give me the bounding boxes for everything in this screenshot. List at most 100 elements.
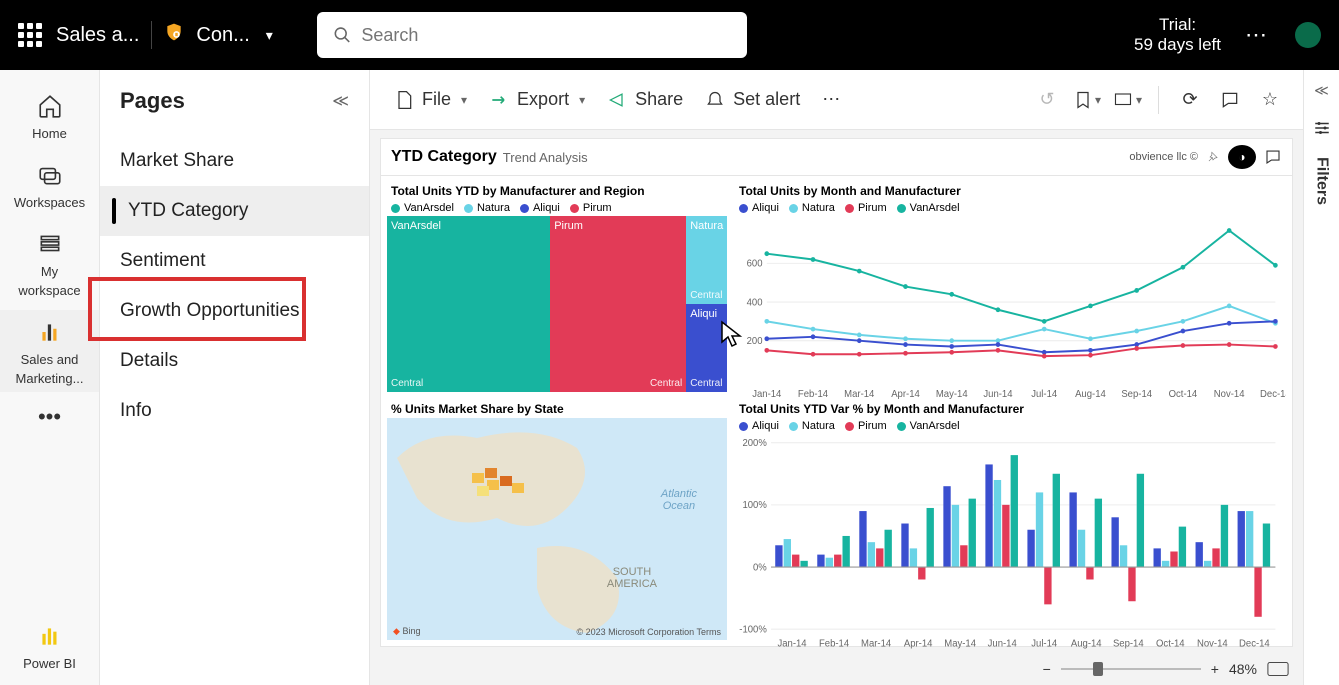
nav-rail: Home Workspaces My workspace Sales and M… xyxy=(0,70,100,685)
zoom-slider[interactable] xyxy=(1061,668,1201,670)
bookmark-icon[interactable]: ▾ xyxy=(1072,85,1102,115)
filter-settings-icon[interactable] xyxy=(1313,119,1331,137)
filters-rail: ≪ Filters xyxy=(1303,70,1339,685)
canvas-attrib: obvience llc © xyxy=(1129,151,1198,163)
file-icon xyxy=(394,90,414,110)
file-menu[interactable]: File▾ xyxy=(388,85,473,114)
bell-icon xyxy=(705,90,725,110)
svg-text:Oct-14: Oct-14 xyxy=(1169,389,1198,400)
chart-icon xyxy=(34,316,66,348)
canvas-subtitle: Trend Analysis xyxy=(503,150,588,165)
view-mode-icon[interactable]: ▾ xyxy=(1112,85,1142,115)
canvas-header: YTD Category Trend Analysis obvience llc… xyxy=(380,138,1293,175)
tile-comment-icon[interactable] xyxy=(1264,148,1282,166)
nav-home[interactable]: Home xyxy=(0,84,99,147)
page-sentiment[interactable]: Sentiment xyxy=(100,236,369,286)
avatar[interactable] xyxy=(1295,22,1321,48)
svg-text:Aug-14: Aug-14 xyxy=(1075,389,1106,400)
svg-text:Jun-14: Jun-14 xyxy=(983,389,1013,400)
workspaces-icon xyxy=(34,159,66,191)
page-info[interactable]: Info xyxy=(100,386,369,436)
svg-text:Jul-14: Jul-14 xyxy=(1031,638,1058,649)
nav-my-workspace[interactable]: My workspace xyxy=(0,222,99,304)
svg-text:600: 600 xyxy=(747,259,763,270)
svg-text:Apr-14: Apr-14 xyxy=(891,389,920,400)
svg-text:Sep-14: Sep-14 xyxy=(1121,389,1152,400)
tile-bar-chart[interactable]: Total Units YTD Var % by Month and Manuf… xyxy=(735,400,1286,640)
reset-icon[interactable]: ↺ xyxy=(1032,85,1062,115)
global-header: Sales a... Con... ▾ Trial: 59 days left … xyxy=(0,0,1339,70)
zoom-in-button[interactable]: + xyxy=(1211,661,1219,677)
pages-list: Market Share YTD Category Sentiment Grow… xyxy=(100,122,369,436)
refresh-icon[interactable]: ⟳ xyxy=(1175,85,1205,115)
export-icon xyxy=(489,90,509,110)
svg-text:200: 200 xyxy=(747,336,763,347)
svg-text:Mar-14: Mar-14 xyxy=(861,638,892,649)
account-menu-icon[interactable]: ⋯ xyxy=(1245,22,1269,48)
svg-text:200%: 200% xyxy=(742,438,767,449)
breadcrumb: Sales a... Con... ▾ xyxy=(56,21,273,49)
collapse-pages-icon[interactable]: ≪ xyxy=(332,91,349,111)
svg-text:Aug-14: Aug-14 xyxy=(1071,638,1102,649)
page-ytd-category[interactable]: YTD Category xyxy=(100,186,369,236)
share-icon xyxy=(607,90,627,110)
svg-text:Jan-14: Jan-14 xyxy=(777,638,807,649)
page-details[interactable]: Details xyxy=(100,336,369,386)
line-legend: Aliqui Natura Pirum VanArsdel xyxy=(735,200,1286,216)
logo-badge-icon: ◑ xyxy=(1228,145,1256,169)
search-box[interactable] xyxy=(317,12,747,58)
breadcrumb-report[interactable]: Sales a... xyxy=(56,24,139,47)
tile-line-chart[interactable]: Total Units by Month and Manufacturer Al… xyxy=(735,182,1286,392)
nav-more[interactable]: ••• xyxy=(0,398,99,436)
report-toolbar: File▾ Export▾ Share Set alert ⋯ ↺ ▾ ▾ ⟳ … xyxy=(370,70,1303,130)
page-growth-opportunities[interactable]: Growth Opportunities xyxy=(100,286,369,336)
svg-text:Dec-14: Dec-14 xyxy=(1260,389,1286,400)
svg-text:Feb-14: Feb-14 xyxy=(798,389,829,400)
zoom-out-button[interactable]: − xyxy=(1043,661,1051,677)
tile-treemap[interactable]: Total Units YTD by Manufacturer and Regi… xyxy=(387,182,727,392)
svg-text:Jun-14: Jun-14 xyxy=(988,638,1018,649)
expand-filters-icon[interactable]: ≪ xyxy=(1314,82,1329,99)
tile-map[interactable]: % Units Market Share by State Atlantic O… xyxy=(387,400,727,640)
pin-icon[interactable] xyxy=(1206,150,1220,164)
svg-text:100%: 100% xyxy=(742,500,767,511)
export-menu[interactable]: Export▾ xyxy=(483,85,591,114)
svg-text:Mar-14: Mar-14 xyxy=(844,389,875,400)
svg-text:Feb-14: Feb-14 xyxy=(819,638,850,649)
svg-text:Nov-14: Nov-14 xyxy=(1214,389,1245,400)
my-workspace-icon xyxy=(34,228,66,260)
nav-current-report[interactable]: Sales and Marketing... xyxy=(0,310,99,392)
treemap-legend: VanArsdel Natura Aliqui Pirum xyxy=(387,200,727,216)
page-market-share[interactable]: Market Share xyxy=(100,136,369,186)
map-visual: Atlantic Ocean SOUTH AMERICA ◆ Bing © 20… xyxy=(387,418,727,640)
nav-workspaces[interactable]: Workspaces xyxy=(0,153,99,216)
svg-text:Oct-14: Oct-14 xyxy=(1156,638,1185,649)
canvas-title: YTD Category xyxy=(391,148,497,166)
trial-status: Trial: 59 days left xyxy=(1134,15,1221,56)
svg-text:Apr-14: Apr-14 xyxy=(904,638,933,649)
chevron-down-icon[interactable]: ▾ xyxy=(266,27,273,44)
svg-text:Sep-14: Sep-14 xyxy=(1113,638,1144,649)
treemap-visual: VanArsdelCentral NaturaCentral PirumCent… xyxy=(387,216,727,392)
fit-page-icon[interactable] xyxy=(1267,661,1289,677)
pages-panel: Pages ≪ Market Share YTD Category Sentim… xyxy=(100,70,370,685)
svg-text:-100%: -100% xyxy=(739,624,767,635)
svg-text:May-14: May-14 xyxy=(936,389,968,400)
svg-text:400: 400 xyxy=(747,297,763,308)
report-canvas: YTD Category Trend Analysis obvience llc… xyxy=(370,130,1303,685)
filters-label[interactable]: Filters xyxy=(1313,157,1331,205)
more-options-icon[interactable]: ⋯ xyxy=(816,85,846,115)
pages-title: Pages xyxy=(120,88,185,114)
zoom-control[interactable]: − + 48% xyxy=(1043,661,1289,677)
favorite-icon[interactable]: ☆ xyxy=(1255,85,1285,115)
search-input[interactable] xyxy=(361,25,730,46)
comment-icon[interactable] xyxy=(1215,85,1245,115)
breadcrumb-sensitivity[interactable]: Con... xyxy=(196,24,249,47)
shield-icon xyxy=(164,22,184,48)
svg-text:Nov-14: Nov-14 xyxy=(1197,638,1228,649)
app-launcher-icon[interactable] xyxy=(18,23,42,47)
svg-text:Jan-14: Jan-14 xyxy=(752,389,782,400)
share-button[interactable]: Share xyxy=(601,85,689,114)
nav-powerbi[interactable]: Power BI xyxy=(0,614,99,677)
set-alert-button[interactable]: Set alert xyxy=(699,85,806,114)
